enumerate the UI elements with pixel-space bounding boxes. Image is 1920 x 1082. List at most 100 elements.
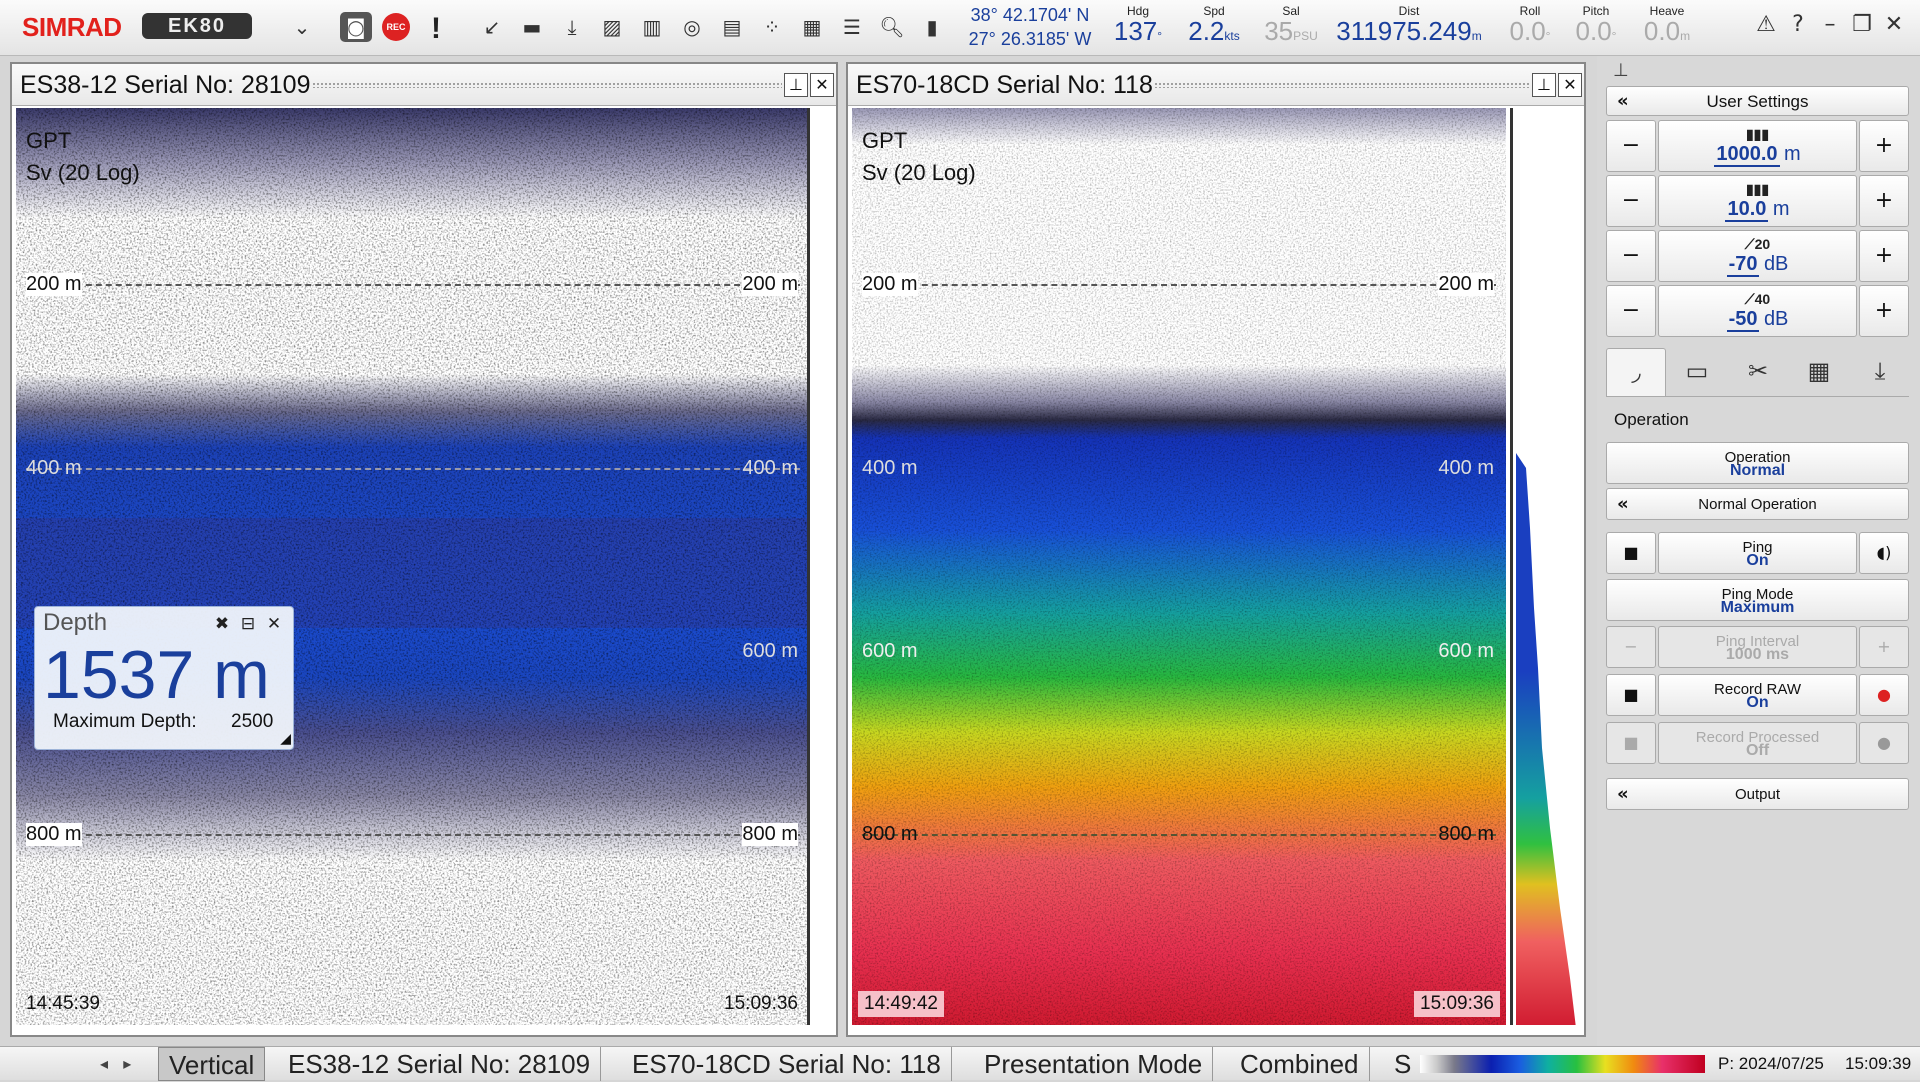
status-tab-combined[interactable]: Combined <box>1230 1047 1370 1081</box>
gain2-decrease-button[interactable]: − <box>1606 285 1656 337</box>
undo-icon[interactable]: ↙ <box>476 12 508 42</box>
start-range-increase-button[interactable]: + <box>1859 175 1909 227</box>
layer-icon[interactable]: ▤ <box>716 12 748 42</box>
tab-scroll-arrows[interactable]: ◂ ▸ <box>100 1047 131 1081</box>
status-tab-vertical[interactable]: Vertical <box>158 1047 266 1081</box>
status-tab-presentation-mode[interactable]: Presentation Mode <box>974 1047 1214 1081</box>
ping-button[interactable]: Ping On <box>1658 532 1857 574</box>
record-processed-button[interactable]: Record Processed Off <box>1658 722 1857 764</box>
range-value[interactable]: ▮▮▮ 1000.0 m <box>1658 120 1857 172</box>
tab-layout[interactable]: ▦ <box>1789 348 1849 396</box>
battery-icon[interactable]: ▮ <box>916 12 948 42</box>
arrow-right-icon[interactable]: ▸ <box>123 1054 131 1073</box>
gain2-increase-button[interactable]: + <box>1859 285 1909 337</box>
screen-capture-button[interactable]: ◙ <box>340 12 372 42</box>
close-icon[interactable]: ✕ <box>810 73 834 97</box>
status-tab-es70[interactable]: ES70-18CD Serial No: 118 <box>622 1047 952 1081</box>
record-button[interactable]: REC <box>382 13 410 41</box>
close-icon[interactable]: ✕ <box>263 613 285 635</box>
echogram-scroll-marker[interactable] <box>807 108 810 1025</box>
double-chevron-left-icon: « <box>1617 783 1629 805</box>
chevron-down-icon[interactable]: ⌄ <box>286 12 318 42</box>
panel-title-bar[interactable]: ES38-12 Serial No: 28109 ⊥ ✕ <box>12 64 836 106</box>
ping-stop-button[interactable]: ■ <box>1606 532 1656 574</box>
pin-icon[interactable]: ⊥ <box>1613 60 1629 81</box>
ping-interval-decrease-button[interactable]: − <box>1606 626 1656 668</box>
tab-display[interactable]: ▭ <box>1667 348 1727 396</box>
pin-icon[interactable]: ⊥ <box>784 73 808 97</box>
record-processed-stop-button[interactable]: ■ <box>1606 722 1656 764</box>
end-time: 15:09:36 <box>1414 991 1500 1017</box>
heave-readout: Heave 0.0m <box>1643 4 1691 46</box>
drag-handle[interactable] <box>1154 82 1530 88</box>
panel-title-bar[interactable]: ES70-18CD Serial No: 118 ⊥ ✕ <box>848 64 1584 106</box>
status-tab-truncated[interactable]: S <box>1384 1047 1421 1081</box>
gain1-increase-button[interactable]: + <box>1859 230 1909 282</box>
restore-icon[interactable]: ❐ <box>1846 12 1878 37</box>
range-decrease-button[interactable]: − <box>1606 120 1656 172</box>
salinity-readout: Sal 35PSU <box>1264 4 1318 46</box>
tab-install[interactable]: ⤓ <box>1850 348 1910 396</box>
user-settings-button[interactable]: « User Settings <box>1606 86 1909 116</box>
minimize-icon[interactable]: ⊟ <box>237 613 259 635</box>
echogram-canvas[interactable]: GPT Sv (20 Log) 200 m 200 m 400 m 400 m … <box>852 108 1506 1025</box>
record-raw-button[interactable]: Record RAW On <box>1658 674 1857 716</box>
gain1-decrease-button[interactable]: − <box>1606 230 1656 282</box>
normal-operation-button[interactable]: « Normal Operation <box>1606 488 1909 520</box>
color-scale-icon[interactable]: ▬ <box>516 12 548 42</box>
range-increase-button[interactable]: + <box>1859 120 1909 172</box>
gain1-value[interactable]: ⟋20 -70 dB <box>1658 230 1857 282</box>
numbered-list-icon[interactable]: ☰ <box>836 12 868 42</box>
grid-icon[interactable]: ▦ <box>796 12 828 42</box>
status-tab-es38[interactable]: ES38-12 Serial No: 28109 <box>278 1047 602 1081</box>
minimize-icon[interactable]: – <box>1814 12 1846 37</box>
settings-icon[interactable]: ✖ <box>211 613 233 635</box>
close-icon[interactable]: ✕ <box>1878 12 1910 37</box>
ping-mode-button[interactable]: Ping Mode Maximum <box>1606 579 1909 621</box>
echogram-canvas[interactable]: GPT Sv (20 Log) 200 m 200 m 400 m 400 m … <box>16 108 810 1025</box>
gain2-value[interactable]: ⟋40 -50 dB <box>1658 285 1857 337</box>
start-range-decrease-button[interactable]: − <box>1606 175 1656 227</box>
tools-icon: ✂ <box>1747 357 1769 385</box>
target-icon[interactable]: ◎ <box>676 12 708 42</box>
record-raw-stop-button[interactable]: ■ <box>1606 674 1656 716</box>
max-depth-label: Maximum Depth: <box>53 711 197 732</box>
operation-button[interactable]: Operation Normal <box>1606 442 1909 484</box>
echogram-icon[interactable]: ▨ <box>596 12 628 42</box>
distance-readout: Dist 311975.249m <box>1336 4 1482 46</box>
clock-time: 15:09:39 <box>1845 1054 1912 1073</box>
ping-interval-increase-button[interactable]: + <box>1859 626 1909 668</box>
gain-slope-icon: ⟋20 <box>1744 236 1771 252</box>
event-marker-button[interactable]: ! <box>420 12 452 45</box>
close-icon[interactable]: ✕ <box>1558 73 1582 97</box>
search-icon[interactable]: 🔍︎ <box>876 12 908 42</box>
ping-interval-value[interactable]: Ping Interval 1000 ms <box>1658 626 1857 668</box>
resize-handle-icon[interactable]: ◢ <box>280 731 291 747</box>
range-icon: ▮▮▮ <box>1745 126 1770 142</box>
scatter-icon[interactable]: ⁘ <box>756 12 788 42</box>
tab-operation[interactable]: ◞ <box>1606 348 1666 396</box>
record-indicator-icon[interactable]: ● <box>1859 674 1909 716</box>
histogram-icon[interactable]: ▥ <box>636 12 668 42</box>
depth-label-400-right: 400 m <box>1438 457 1494 479</box>
echogram-scroll-marker[interactable] <box>1510 108 1513 1025</box>
position-readout: 38° 42.1704' N 27° 26.3185' W <box>960 0 1100 56</box>
pin-icon[interactable]: ⊥ <box>1532 73 1556 97</box>
tab-divider <box>1606 396 1909 397</box>
arrow-left-icon[interactable]: ◂ <box>100 1054 108 1073</box>
depth-window[interactable]: Depth ✖ ⊟ ✕ 1537 m Maximum Depth: 2500 ◢ <box>34 606 294 750</box>
depth-label-200-right: 200 m <box>742 273 798 296</box>
help-icon[interactable]: ? <box>1782 12 1814 37</box>
warning-icon[interactable]: ⚠ <box>1750 12 1782 37</box>
ping-sound-icon[interactable]: ◖) <box>1859 532 1909 574</box>
output-button[interactable]: « Output <box>1606 778 1909 810</box>
record-processed-indicator-icon[interactable]: ● <box>1859 722 1909 764</box>
bottom-detection-icon[interactable]: ⤓ <box>556 12 588 42</box>
depth-label-800-right: 800 m <box>742 823 798 846</box>
tab-setup[interactable]: ✂ <box>1728 348 1788 396</box>
start-range-value[interactable]: ▮▮▮ 10.0 m <box>1658 175 1857 227</box>
longitude: 27° 26.3185' W <box>968 29 1092 49</box>
monitor-icon: ▭ <box>1685 357 1709 385</box>
drag-handle[interactable] <box>312 82 782 88</box>
download-icon: ⤓ <box>1874 357 1886 385</box>
